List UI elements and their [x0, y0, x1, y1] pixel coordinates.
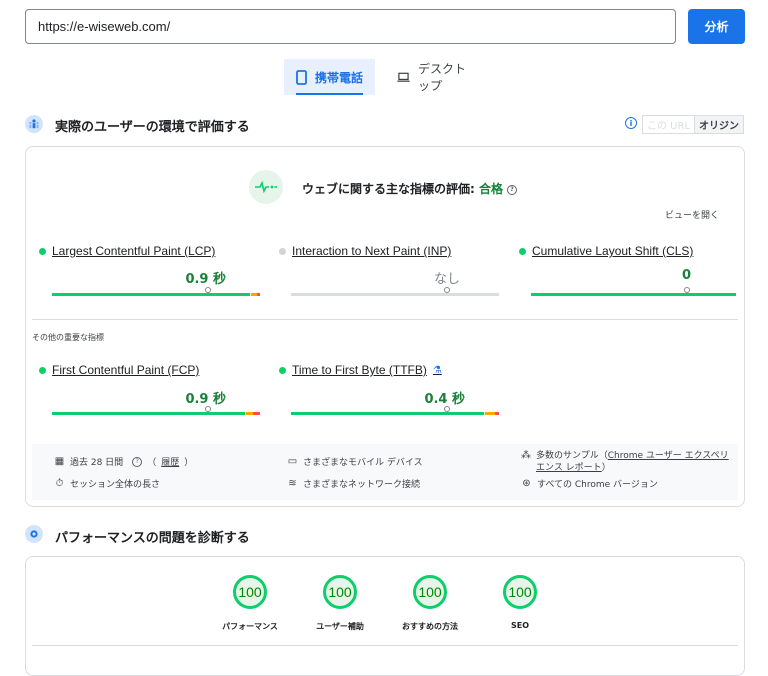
toggle-this-url[interactable]: この URL	[643, 116, 694, 133]
chrome-icon: ⊛	[522, 478, 531, 489]
summary-period: ▦ 過去 28 日間 ? （履歴）	[54, 455, 194, 468]
metric-lcp-distribution-bar	[52, 293, 260, 296]
accessibility-score-label: ユーザー補助	[316, 622, 364, 631]
help-icon[interactable]: ?	[507, 184, 518, 195]
analyze-button[interactable]: 分析	[688, 9, 745, 44]
best-practices-score-label: おすすめの方法	[402, 622, 458, 631]
accessibility-score-gauge[interactable]: 100	[323, 575, 357, 609]
history-link[interactable]: 履歴	[161, 455, 179, 468]
other-metrics-heading: その他の重要な指標	[32, 333, 104, 342]
people-icon: ⁂	[521, 450, 531, 461]
summary-devices: ▭ さまざまなモバイル デバイス	[287, 456, 423, 468]
phone-icon	[296, 69, 307, 85]
section-divider	[32, 319, 738, 320]
metric-cls-label[interactable]: Cumulative Layout Shift (CLS)	[519, 244, 693, 258]
diagnose-icon	[25, 525, 43, 543]
flask-icon: ⚗	[432, 364, 442, 376]
help-icon[interactable]: ?	[132, 456, 143, 467]
metric-lcp-label[interactable]: Largest Contentful Paint (LCP)	[39, 244, 215, 258]
url-origin-toggle[interactable]: この URL オリジン	[642, 115, 745, 134]
lab-section-title: パフォーマンスの問題を診断する	[55, 531, 250, 546]
lab-data-card	[25, 556, 745, 676]
status-dot-good	[39, 366, 46, 374]
summary-chrome-versions: ⊛ すべての Chrome バージョン	[522, 478, 658, 490]
summary-samples: ⁂ 多数のサンプル（Chrome ユーザー エクスペリエンス レポート）	[521, 450, 729, 473]
summary-session: ⏱ セッション全体の長さ	[55, 478, 161, 490]
tab-desktop-label: デスクトップ	[417, 62, 466, 93]
status-dot-none	[279, 247, 286, 255]
metric-fcp-p75-marker	[205, 406, 211, 412]
metric-fcp-distribution-bar	[52, 412, 260, 415]
devices-icon: ▭	[287, 456, 298, 467]
metric-inp-p75-marker	[444, 287, 450, 293]
wifi-icon: ≋	[288, 478, 297, 489]
expand-view-link[interactable]: ビューを開く	[665, 208, 719, 221]
metric-cls-p75-marker	[684, 287, 690, 293]
metric-inp-label[interactable]: Interaction to Next Paint (INP)	[279, 244, 451, 258]
timer-icon: ⏱	[55, 478, 64, 489]
tab-mobile[interactable]: 携帯電話	[284, 59, 375, 95]
field-section-title: 実際のユーザーの環境で評価する	[55, 120, 250, 135]
metric-ttfb-distribution-bar	[291, 412, 499, 415]
users-icon	[25, 115, 43, 133]
metric-cls-distribution-bar	[531, 293, 736, 296]
assessment-result: 合格	[479, 182, 504, 196]
status-dot-good	[39, 247, 46, 255]
url-input[interactable]: https://e-wiseweb.com/	[25, 9, 676, 44]
metric-fcp-label[interactable]: First Contentful Paint (FCP)	[39, 363, 199, 377]
assessment-prefix: ウェブに関する主な指標の評価:	[302, 182, 475, 196]
assessment-title: ウェブに関する主な指標の評価: 合格?	[302, 180, 518, 197]
metric-lcp-value: 0.9 秒	[185, 272, 226, 287]
info-icon[interactable]: i	[625, 117, 637, 129]
metric-lcp-p75-marker	[205, 287, 211, 293]
metric-ttfb-value: 0.4 秒	[424, 392, 465, 407]
metric-cls-value: 0	[681, 268, 691, 283]
summary-network: ≋ さまざまなネットワーク接続	[288, 478, 421, 490]
tab-mobile-label: 携帯電話	[315, 70, 364, 85]
tab-desktop[interactable]: デスクトップ	[385, 59, 485, 95]
toggle-origin[interactable]: オリジン	[694, 116, 744, 133]
performance-score-label: パフォーマンス	[222, 622, 278, 631]
lab-divider	[32, 645, 738, 646]
metric-ttfb-p75-marker	[444, 406, 450, 412]
seo-score-gauge[interactable]: 100	[503, 575, 537, 609]
performance-score-gauge[interactable]: 100	[233, 575, 267, 609]
metric-inp-value: なし	[433, 272, 460, 287]
calendar-icon: ▦	[54, 456, 65, 467]
metric-fcp-value: 0.9 秒	[185, 392, 226, 407]
laptop-icon	[397, 72, 410, 82]
metric-ttfb-label[interactable]: Time to First Byte (TTFB) ⚗	[279, 363, 442, 377]
metric-inp-distribution-bar	[291, 293, 499, 296]
status-dot-good	[279, 366, 286, 374]
best-practices-score-gauge[interactable]: 100	[413, 575, 447, 609]
seo-score-label: SEO	[510, 621, 530, 630]
status-dot-good	[519, 247, 526, 255]
pulse-pass-icon	[249, 170, 283, 204]
